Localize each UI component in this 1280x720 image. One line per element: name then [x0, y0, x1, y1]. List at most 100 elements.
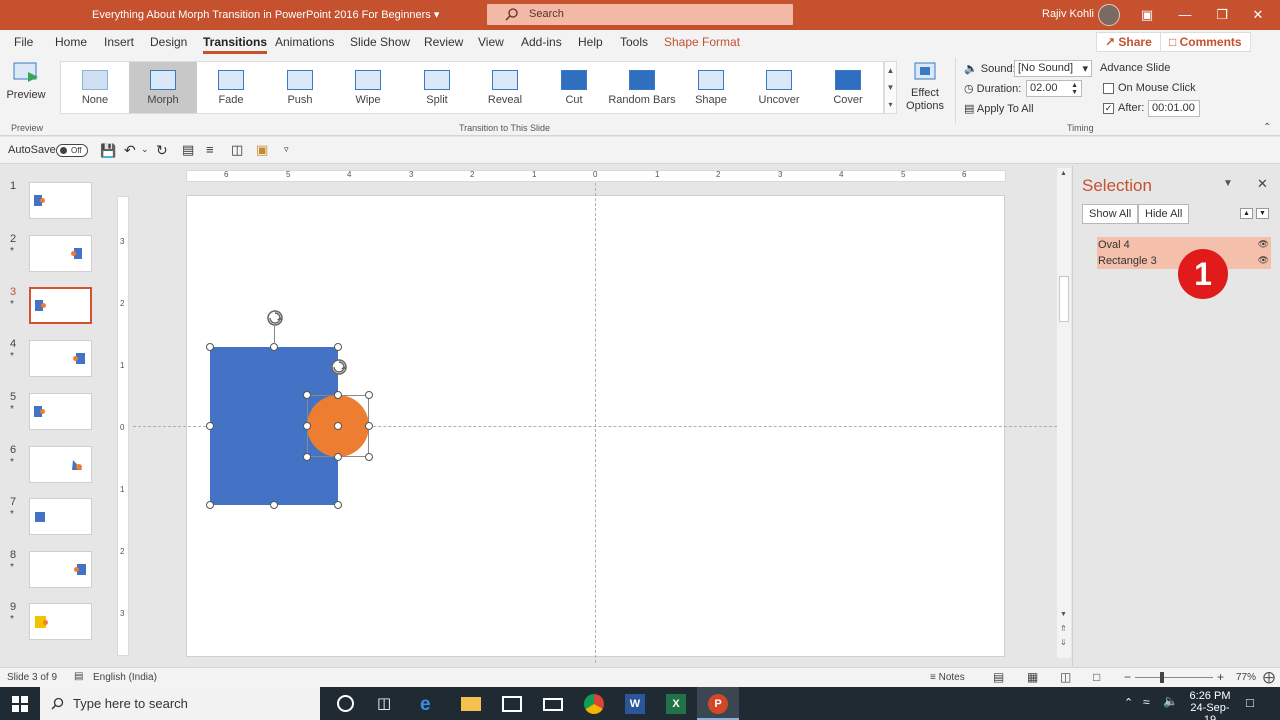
tab-view[interactable]: View: [478, 35, 504, 49]
zoom-slider-thumb[interactable]: [1160, 672, 1164, 683]
file-explorer-icon[interactable]: [461, 697, 481, 711]
sound-select[interactable]: [No Sound] ▾: [1014, 60, 1092, 77]
zoom-out-icon[interactable]: −: [1124, 670, 1131, 684]
slide-sorter-icon[interactable]: ▦: [1027, 670, 1038, 684]
rotate-handle-icon[interactable]: [329, 357, 349, 377]
align-middle-icon[interactable]: ◫: [231, 142, 243, 158]
undo-icon[interactable]: ↶: [124, 142, 136, 159]
show-hidden-icons[interactable]: ⌃: [1124, 696, 1133, 709]
previous-slide-icon[interactable]: ⇑: [1060, 624, 1067, 633]
after-checkbox[interactable]: ✓: [1103, 103, 1114, 114]
chevron-down-icon[interactable]: ⌄: [141, 144, 149, 155]
preview-button[interactable]: Preview: [6, 60, 46, 101]
slide-thumb-6[interactable]: [29, 446, 92, 483]
tab-animations[interactable]: Animations: [275, 35, 334, 49]
close-icon[interactable]: ✕: [1249, 6, 1267, 24]
presenter-icon[interactable]: ▤: [182, 142, 194, 158]
hide-all-button[interactable]: Hide All: [1138, 204, 1190, 224]
network-icon[interactable]: ≈: [1143, 695, 1150, 709]
slide-thumb-2[interactable]: [29, 235, 92, 272]
vertical-guide[interactable]: [595, 183, 596, 663]
notes-button[interactable]: ≡ Notes: [930, 672, 965, 683]
tab-design[interactable]: Design: [150, 35, 187, 49]
taskbar-search[interactable]: Type here to search: [40, 687, 320, 720]
store-icon[interactable]: [502, 696, 522, 712]
zoom-slider[interactable]: [1135, 677, 1213, 678]
transition-cut[interactable]: Cut: [540, 62, 608, 113]
resize-handle[interactable]: [334, 501, 342, 509]
resize-handle[interactable]: [365, 453, 373, 461]
after-input[interactable]: 00:01.00: [1148, 100, 1200, 117]
task-view-icon[interactable]: ◫: [377, 694, 391, 712]
word-icon[interactable]: W: [625, 694, 645, 714]
transition-cover[interactable]: Cover: [814, 62, 882, 113]
pane-options-icon[interactable]: ▼: [1223, 178, 1233, 189]
align-center-icon[interactable]: ≡: [206, 142, 214, 157]
resize-handle[interactable]: [270, 343, 278, 351]
avatar[interactable]: [1098, 4, 1120, 26]
transition-fade[interactable]: Fade: [197, 62, 265, 113]
gallery-scroll[interactable]: ▲ ▼ ▾: [884, 61, 897, 114]
customize-qat-icon[interactable]: ▿: [284, 144, 289, 155]
on-mouse-click-checkbox[interactable]: [1103, 83, 1114, 94]
slide-thumb-3[interactable]: [29, 287, 92, 324]
windows-start-icon[interactable]: [12, 696, 28, 712]
rotate-handle-icon[interactable]: [265, 308, 285, 328]
save-icon[interactable]: 💾: [100, 143, 116, 159]
duration-input[interactable]: 02.00 ▲ ▼: [1026, 80, 1082, 97]
vertical-scrollbar[interactable]: ▲ ▼ ⇑ ⇓: [1057, 168, 1071, 658]
slide-thumb-1[interactable]: [29, 182, 92, 219]
show-all-button[interactable]: Show All: [1082, 204, 1139, 224]
next-slide-icon[interactable]: ⇓: [1060, 638, 1067, 647]
transition-reveal[interactable]: Reveal: [471, 62, 539, 113]
slide-thumb-8[interactable]: [29, 551, 92, 588]
clock[interactable]: 6:26 PM 24-Sep-19: [1188, 690, 1232, 720]
scroll-thumb[interactable]: [1059, 276, 1069, 322]
tab-slide-show[interactable]: Slide Show: [350, 35, 410, 49]
resize-handle[interactable]: [365, 422, 373, 430]
excel-icon[interactable]: X: [666, 694, 686, 714]
gallery-up-icon[interactable]: ▲: [885, 62, 896, 79]
apply-to-all-button[interactable]: ▤ Apply To All: [964, 102, 1034, 115]
slide-thumb-4[interactable]: [29, 340, 92, 377]
tab-add-ins[interactable]: Add-ins: [521, 35, 562, 49]
tab-help[interactable]: Help: [578, 35, 603, 49]
search-box[interactable]: Search: [487, 4, 793, 25]
spellcheck-icon[interactable]: ▤: [74, 671, 83, 682]
eye-icon[interactable]: 👁: [1258, 255, 1269, 266]
notifications-icon[interactable]: □: [1246, 695, 1254, 710]
resize-handle[interactable]: [206, 501, 214, 509]
transition-morph[interactable]: Morph: [129, 62, 197, 113]
resize-handle[interactable]: [334, 343, 342, 351]
minimize-icon[interactable]: —: [1176, 6, 1194, 24]
scroll-down-icon[interactable]: ▼: [1060, 611, 1067, 618]
resize-handle[interactable]: [206, 422, 214, 430]
transition-push[interactable]: Push: [266, 62, 334, 113]
transition-split[interactable]: Split: [403, 62, 471, 113]
chevron-down-icon[interactable]: ▾: [434, 9, 440, 21]
collapse-ribbon-icon[interactable]: ⌃: [1263, 122, 1271, 133]
scroll-up-icon[interactable]: ▲: [1060, 170, 1067, 177]
tab-review[interactable]: Review: [424, 35, 463, 49]
group-icon[interactable]: ▣: [256, 142, 268, 158]
send-backward-icon[interactable]: ▼: [1256, 208, 1269, 219]
slide-thumb-9[interactable]: [29, 603, 92, 640]
tab-transitions[interactable]: Transitions: [203, 35, 268, 54]
tab-home[interactable]: Home: [55, 35, 87, 49]
normal-view-icon[interactable]: ▤: [993, 670, 1004, 684]
volume-icon[interactable]: 🔈: [1163, 694, 1178, 708]
resize-handle[interactable]: [303, 391, 311, 399]
user-name[interactable]: Rajiv Kohli: [1042, 8, 1094, 20]
selection-item-oval[interactable]: Oval 4 👁: [1097, 237, 1271, 253]
maximize-icon[interactable]: ❐: [1213, 6, 1231, 24]
zoom-in-icon[interactable]: +: [1217, 670, 1224, 684]
comments-button[interactable]: □ Comments: [1160, 32, 1251, 52]
transition-wipe[interactable]: Wipe: [334, 62, 402, 113]
tab-shape-format[interactable]: Shape Format: [664, 35, 740, 49]
resize-handle[interactable]: [365, 391, 373, 399]
autosave-toggle[interactable]: Off: [56, 144, 88, 157]
transition-random-bars[interactable]: Random Bars: [608, 62, 676, 113]
resize-handle[interactable]: [206, 343, 214, 351]
tab-tools[interactable]: Tools: [620, 35, 648, 49]
edge-icon[interactable]: e: [420, 694, 440, 715]
